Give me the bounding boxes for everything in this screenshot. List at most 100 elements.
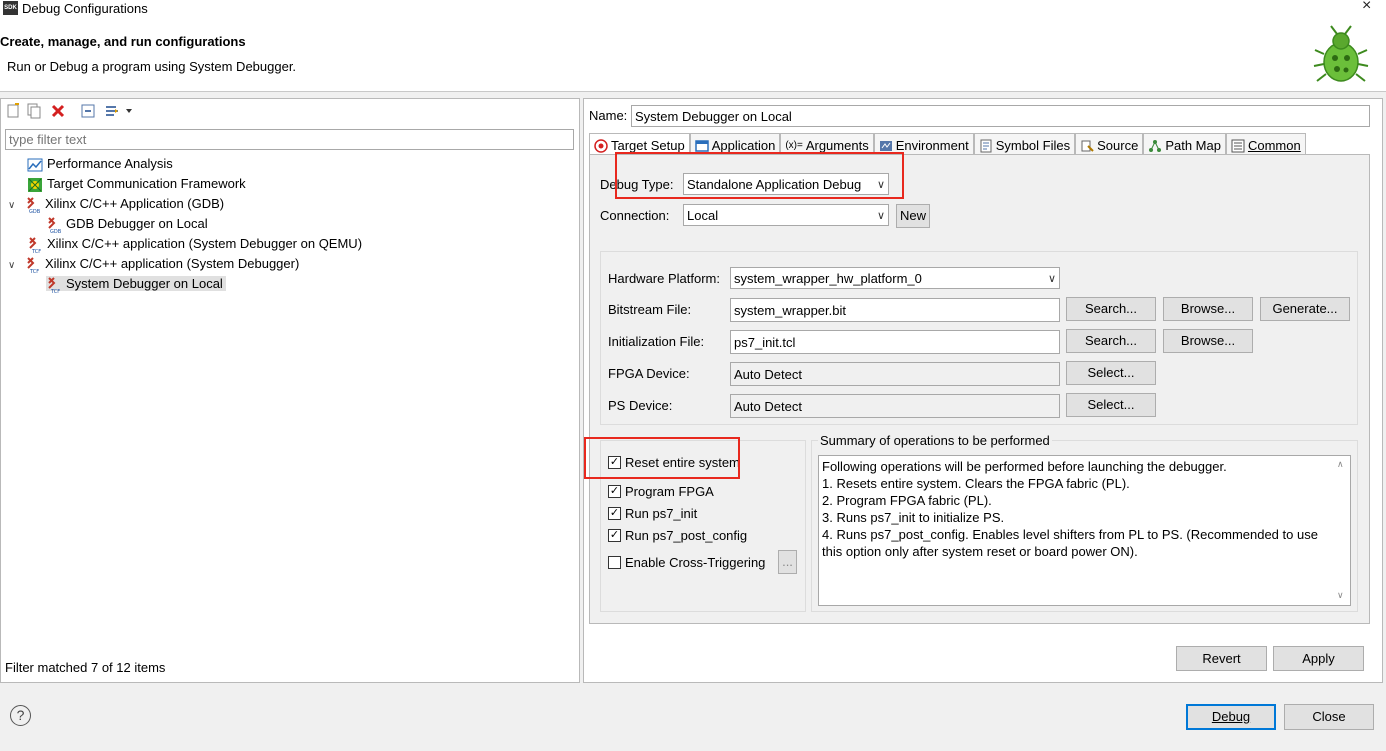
selected-item[interactable]: TCF System Debugger on Local <box>46 276 226 293</box>
tree-item-label: Xilinx C/C++ application (System Debugge… <box>47 236 363 251</box>
bitstream-search-button[interactable]: Search... <box>1066 297 1156 321</box>
debug-bug-icon <box>1313 25 1369 82</box>
dialog-footer <box>0 690 1386 745</box>
run-ps7-post-config-checkbox[interactable]: ✓ Run ps7_post_config <box>608 528 747 543</box>
expand-chevron-icon[interactable]: ∨ <box>8 260 15 271</box>
cross-triggering-checkbox[interactable]: Enable Cross-Triggering <box>608 555 765 570</box>
collapse-all-icon[interactable] <box>80 103 96 119</box>
arguments-icon: (x)= <box>785 140 803 151</box>
filter-status: Filter matched 7 of 12 items <box>5 660 166 675</box>
source-icon <box>1081 140 1094 152</box>
tree-item-label: Performance Analysis <box>47 156 173 171</box>
checkbox-box: ✓ <box>608 485 621 498</box>
tab-source[interactable]: Source <box>1075 133 1144 155</box>
window-close-button[interactable]: × <box>1362 0 1371 15</box>
init-file-label: Initialization File: <box>608 334 705 349</box>
filter-input[interactable] <box>5 129 574 150</box>
hw-platform-select[interactable]: system_wrapper_hw_platform_0 ∨ <box>730 267 1060 289</box>
xilinx-tcf-icon: TCF <box>27 256 39 273</box>
init-file-field[interactable] <box>730 330 1060 354</box>
expand-chevron-icon[interactable]: ∨ <box>8 200 15 211</box>
init-search-button[interactable]: Search... <box>1066 329 1156 353</box>
path-map-icon <box>1149 139 1162 152</box>
connection-select[interactable]: Local ∨ <box>683 204 889 226</box>
bitstream-field[interactable] <box>730 298 1060 322</box>
svg-text:TCF: TCF <box>50 289 60 293</box>
new-config-icon[interactable] <box>5 103 21 119</box>
ps-device-label: PS Device: <box>608 398 673 413</box>
svg-text:TCF: TCF <box>29 269 39 273</box>
tree-item-label: GDB Debugger on Local <box>66 216 208 231</box>
reset-system-highlight <box>584 437 740 479</box>
debug-type-highlight <box>615 152 904 199</box>
tree-item-sysdbg-local[interactable]: TCF System Debugger on Local <box>8 274 362 294</box>
summary-title: Summary of operations to be performed <box>818 433 1052 448</box>
tree-item-tcf[interactable]: Target Communication Framework <box>8 174 362 194</box>
checkbox-box: ✓ <box>608 507 621 520</box>
revert-button[interactable]: Revert <box>1176 646 1267 671</box>
bitstream-browse-button[interactable]: Browse... <box>1163 297 1253 321</box>
xilinx-gdb-icon: GDB <box>27 196 41 213</box>
program-fpga-checkbox[interactable]: ✓ Program FPGA <box>608 484 714 499</box>
new-connection-button[interactable]: New <box>896 204 930 228</box>
summary-text: Following operations will be performed b… <box>818 455 1351 606</box>
filter-config-icon[interactable] <box>104 103 120 119</box>
tree-item-label: Xilinx C/C++ application (System Debugge… <box>44 256 300 271</box>
chevron-down-icon: ∨ <box>1047 272 1056 285</box>
target-icon <box>594 138 608 153</box>
debug-button[interactable]: Debug <box>1186 704 1276 730</box>
header-title: Create, manage, and run configurations <box>0 34 246 49</box>
delete-config-icon[interactable] <box>50 103 66 119</box>
view-menu-icon[interactable] <box>124 103 134 119</box>
duplicate-config-icon[interactable] <box>26 103 42 119</box>
tab-symbol-files[interactable]: Symbol Files <box>973 133 1076 155</box>
connection-label: Connection: <box>600 208 670 223</box>
config-name-input[interactable] <box>631 105 1370 127</box>
close-button[interactable]: Close <box>1284 704 1374 730</box>
tree-item-xilinx-qemu[interactable]: TCF Xilinx C/C++ application (System Debu… <box>8 234 362 254</box>
scroll-up-icon[interactable]: ∧ <box>1337 459 1344 470</box>
tab-path-map[interactable]: Path Map <box>1143 133 1226 155</box>
fpga-select-button[interactable]: Select... <box>1066 361 1156 385</box>
symbol-files-icon <box>980 139 992 152</box>
tcf-config-icon: TCF <box>48 276 60 293</box>
config-tree: Performance Analysis Target Communicatio… <box>8 154 362 294</box>
tcf-icon <box>28 177 42 192</box>
name-label: Name: <box>589 108 628 123</box>
apply-button[interactable]: Apply <box>1273 646 1364 671</box>
title-bar <box>0 0 1386 20</box>
tree-item-label: Xilinx C/C++ Application (GDB) <box>44 196 225 211</box>
performance-analysis-icon <box>27 158 43 172</box>
generate-button[interactable]: Generate... <box>1260 297 1350 321</box>
run-ps7-init-checkbox[interactable]: ✓ Run ps7_init <box>608 506 697 521</box>
checkbox-box: ✓ <box>608 529 621 542</box>
tree-item-label: Target Communication Framework <box>47 176 246 191</box>
environment-icon <box>879 140 892 151</box>
tree-item-label: System Debugger on Local <box>66 276 223 291</box>
hw-platform-label: Hardware Platform: <box>608 271 720 286</box>
ps-select-button[interactable]: Select... <box>1066 393 1156 417</box>
tree-item-xilinx-gdb[interactable]: ∨ GDB Xilinx C/C++ Application (GDB) <box>8 194 362 214</box>
header-subtitle: Run or Debug a program using System Debu… <box>7 59 297 74</box>
cross-trigger-settings-button[interactable]: ... <box>778 550 797 574</box>
scroll-down-icon[interactable]: ∨ <box>1337 590 1344 601</box>
svg-text:GDB: GDB <box>29 209 41 213</box>
dialog-header <box>0 20 1386 92</box>
svg-text:TCF: TCF <box>31 249 41 253</box>
fpga-device-label: FPGA Device: <box>608 366 690 381</box>
tab-common[interactable]: Common <box>1225 133 1306 155</box>
common-icon <box>1231 139 1245 152</box>
tree-item-xilinx-sysdbg[interactable]: ∨ TCF Xilinx C/C++ application (System De… <box>8 254 362 274</box>
ps-device-field <box>730 394 1060 418</box>
checkbox-box <box>608 556 621 569</box>
tree-item-gdb-local[interactable]: GDB GDB Debugger on Local <box>8 214 362 234</box>
help-icon[interactable]: ? <box>10 705 31 726</box>
init-browse-button[interactable]: Browse... <box>1163 329 1253 353</box>
window-title: Debug Configurations <box>22 1 148 16</box>
application-icon <box>694 139 709 152</box>
fpga-device-field <box>730 362 1060 386</box>
xilinx-tcf-icon: TCF <box>29 236 41 253</box>
chevron-down-icon: ∨ <box>876 209 885 222</box>
tree-item-performance-analysis[interactable]: Performance Analysis <box>8 154 362 174</box>
gdb-config-icon: GDB <box>48 216 62 233</box>
